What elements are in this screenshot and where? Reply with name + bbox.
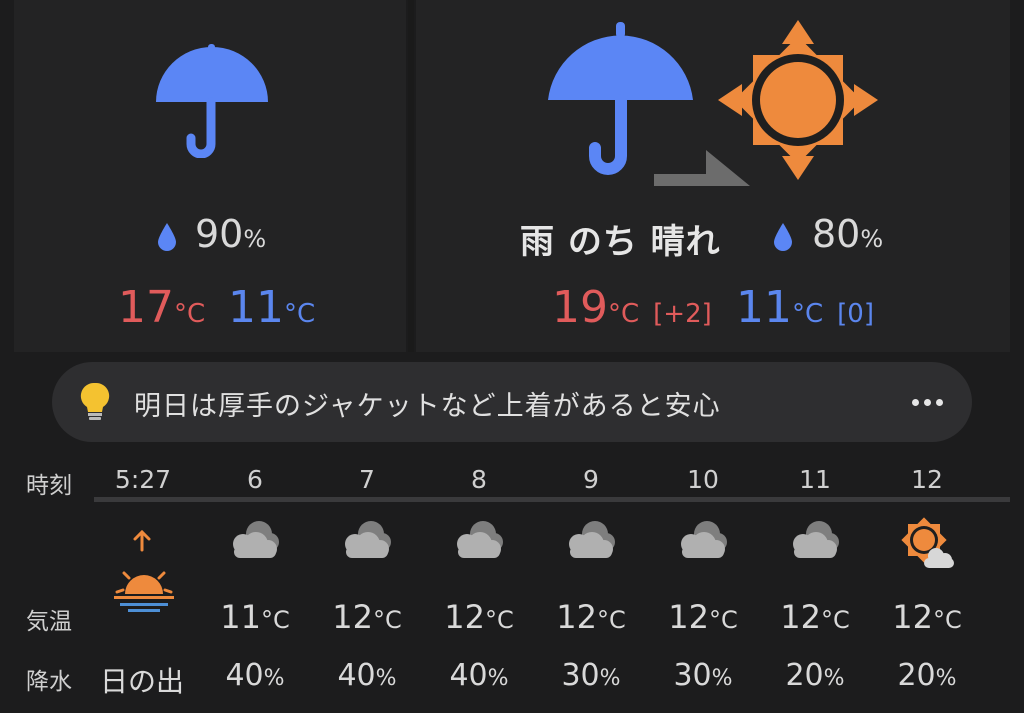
tomorrow-low-temp: 11°C [0]	[736, 282, 874, 333]
hour-label: 12	[911, 465, 943, 494]
advice-bar[interactable]: 明日は厚手のジャケットなど上着があると安心	[52, 362, 972, 442]
label-precip: 降水	[26, 669, 72, 695]
hour-precip: 30%	[561, 658, 621, 693]
hour-temp: 12°C	[780, 598, 850, 636]
hour-precip: 20%	[897, 658, 957, 693]
cloud-icon	[569, 521, 615, 558]
hour-precip: 40%	[337, 658, 397, 693]
cloud-icon	[233, 521, 279, 558]
drop-icon	[774, 223, 792, 251]
hour-label: 11	[799, 465, 831, 494]
today-precip: 90%	[195, 212, 267, 256]
hour-precip: 40%	[449, 658, 509, 693]
hour-precip: 20%	[785, 658, 845, 693]
cloud-icon	[681, 521, 727, 558]
more-dot	[911, 398, 919, 406]
hour-temp: 11°C	[220, 598, 290, 636]
high-temp-delta: [+2]	[653, 299, 712, 329]
lightbulb-icon	[80, 382, 110, 420]
more-dot	[923, 398, 931, 406]
cloud-icon	[457, 521, 503, 558]
drop-icon	[158, 223, 176, 251]
sun-cloud-icon	[901, 517, 954, 568]
hour-label: 9	[583, 465, 599, 494]
tomorrow-condition: 雨 のち 晴れ	[520, 222, 721, 262]
sun-icon	[718, 20, 878, 180]
hour-temp: 12°C	[556, 598, 626, 636]
hour-temp: 12°C	[892, 598, 962, 636]
hour-temp: 12°C	[444, 598, 514, 636]
cloud-icon	[345, 521, 391, 558]
cloud-icon	[793, 521, 839, 558]
label-time: 時刻	[26, 473, 72, 499]
hour-label: 10	[687, 465, 719, 494]
hour-label: 8	[471, 465, 487, 494]
more-button[interactable]	[904, 382, 950, 422]
tomorrow-high-temp: 19°C [+2]	[552, 282, 712, 333]
hour-temp: 12°C	[332, 598, 402, 636]
today-low-temp: 11°C	[228, 282, 316, 333]
sunrise-label: 日の出	[100, 665, 185, 698]
umbrella-icon	[156, 44, 268, 158]
hour-precip: 40%	[225, 658, 285, 693]
hour-timeline	[94, 497, 1010, 502]
hour-label: 5:27	[114, 465, 172, 494]
advice-text: 明日は厚手のジャケットなど上着があると安心	[134, 391, 721, 422]
panel-divider	[408, 0, 414, 352]
low-temp-delta: [0]	[837, 299, 874, 329]
hour-temp: 12°C	[668, 598, 738, 636]
tomorrow-precip: 80%	[812, 212, 884, 256]
hour-label: 6	[247, 465, 263, 494]
hour-precip: 30%	[673, 658, 733, 693]
today-high-temp: 17°C	[118, 282, 206, 333]
more-dot	[935, 398, 943, 406]
sunrise-icon	[114, 529, 174, 612]
hour-label: 7	[359, 465, 375, 494]
label-temp: 気温	[26, 609, 72, 635]
